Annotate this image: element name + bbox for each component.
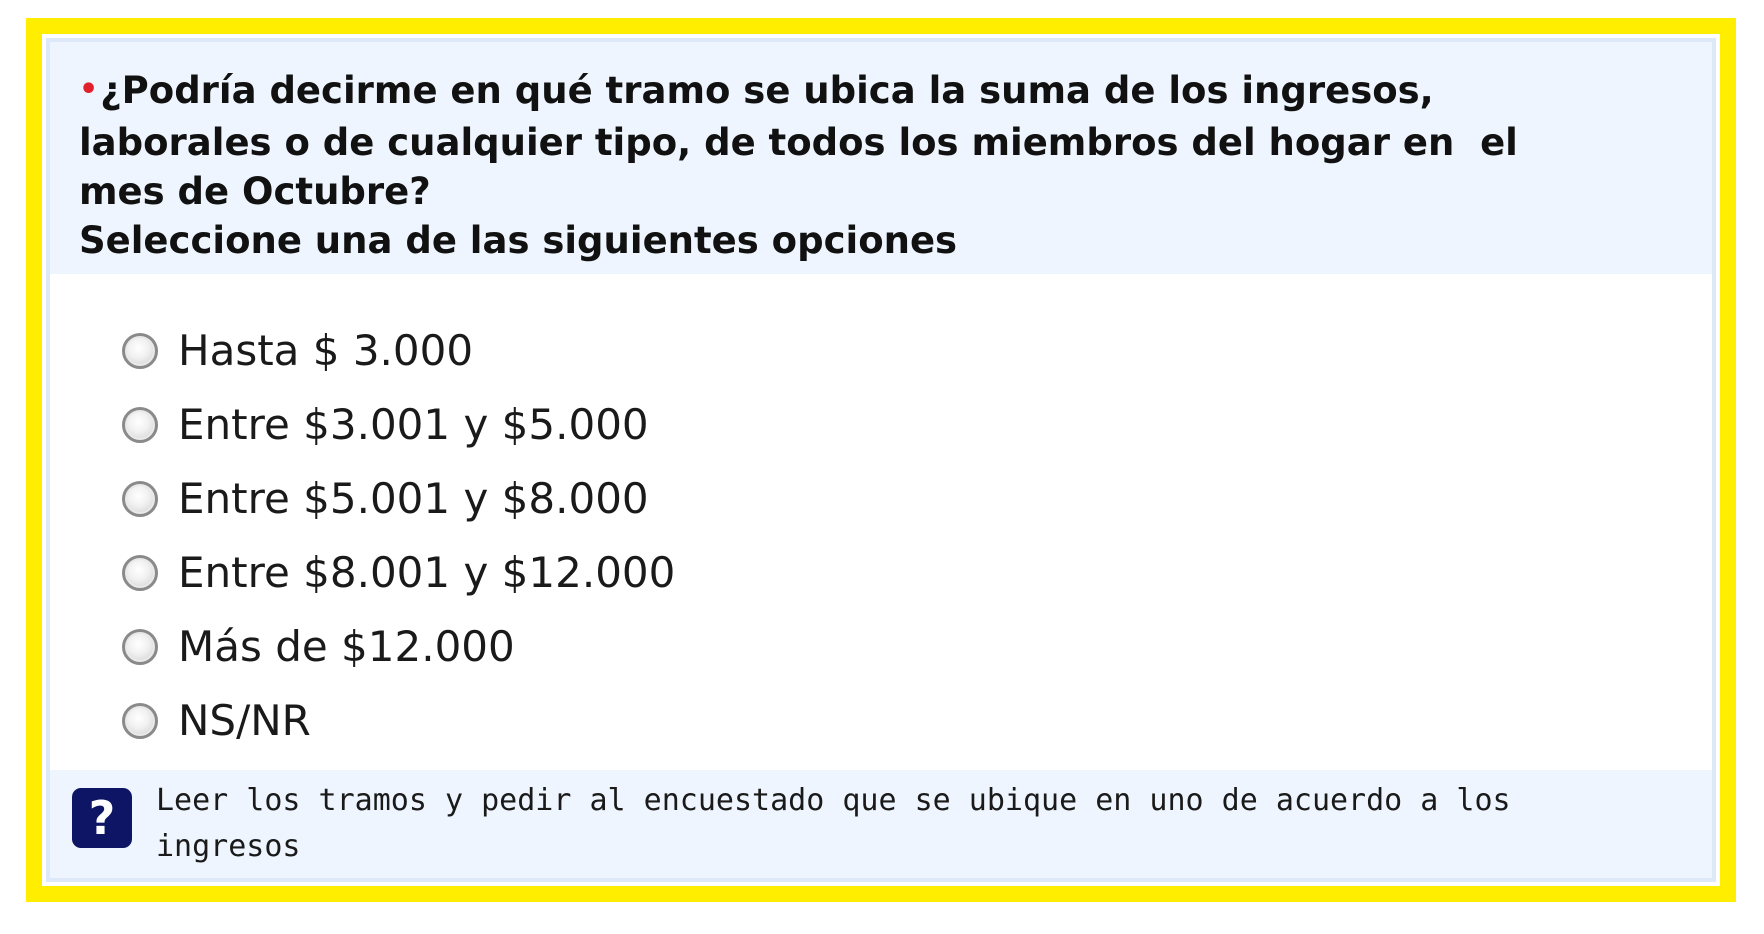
- question-help-icon[interactable]: ?: [72, 788, 132, 848]
- question-panel: •¿Podría decirme en qué tramo se ubica l…: [46, 38, 1716, 882]
- option-label: NS/NR: [178, 696, 311, 745]
- question-text: ¿Podría decirme en qué tramo se ubica la…: [79, 69, 1518, 213]
- option-label: Más de $12.000: [178, 622, 515, 671]
- radio-button[interactable]: [122, 629, 158, 665]
- help-text: Leer los tramos y pedir al encuestado qu…: [156, 783, 1511, 878]
- question-title: •¿Podría decirme en qué tramo se ubica l…: [79, 66, 1659, 216]
- answer-options: Hasta $ 3.000 Entre $3.001 y $5.000 Entr…: [122, 314, 1022, 758]
- radio-button[interactable]: [122, 481, 158, 517]
- question-instruction: Seleccione una de las siguientes opcione…: [79, 219, 958, 262]
- option-ns-nr[interactable]: NS/NR: [122, 684, 1022, 758]
- option-entre-3001-5000[interactable]: Entre $3.001 y $5.000: [122, 388, 1022, 462]
- option-label: Entre $3.001 y $5.000: [178, 400, 649, 449]
- question-frame: •¿Podría decirme en qué tramo se ubica l…: [26, 18, 1736, 902]
- option-label: Entre $5.001 y $8.000: [178, 474, 649, 523]
- radio-button[interactable]: [122, 703, 158, 739]
- option-mas-de-12000[interactable]: Más de $12.000: [122, 610, 1022, 684]
- required-marker: •: [79, 72, 99, 107]
- option-hasta-3000[interactable]: Hasta $ 3.000: [122, 314, 1022, 388]
- option-label: Hasta $ 3.000: [178, 326, 474, 375]
- radio-button[interactable]: [122, 555, 158, 591]
- option-label: Entre $8.001 y $12.000: [178, 548, 676, 597]
- help-bar: ? Leer los tramos y pedir al encuestado …: [50, 770, 1712, 878]
- radio-button[interactable]: [122, 333, 158, 369]
- radio-button[interactable]: [122, 407, 158, 443]
- option-entre-5001-8000[interactable]: Entre $5.001 y $8.000: [122, 462, 1022, 536]
- option-entre-8001-12000[interactable]: Entre $8.001 y $12.000: [122, 536, 1022, 610]
- question-header: •¿Podría decirme en qué tramo se ubica l…: [50, 42, 1712, 274]
